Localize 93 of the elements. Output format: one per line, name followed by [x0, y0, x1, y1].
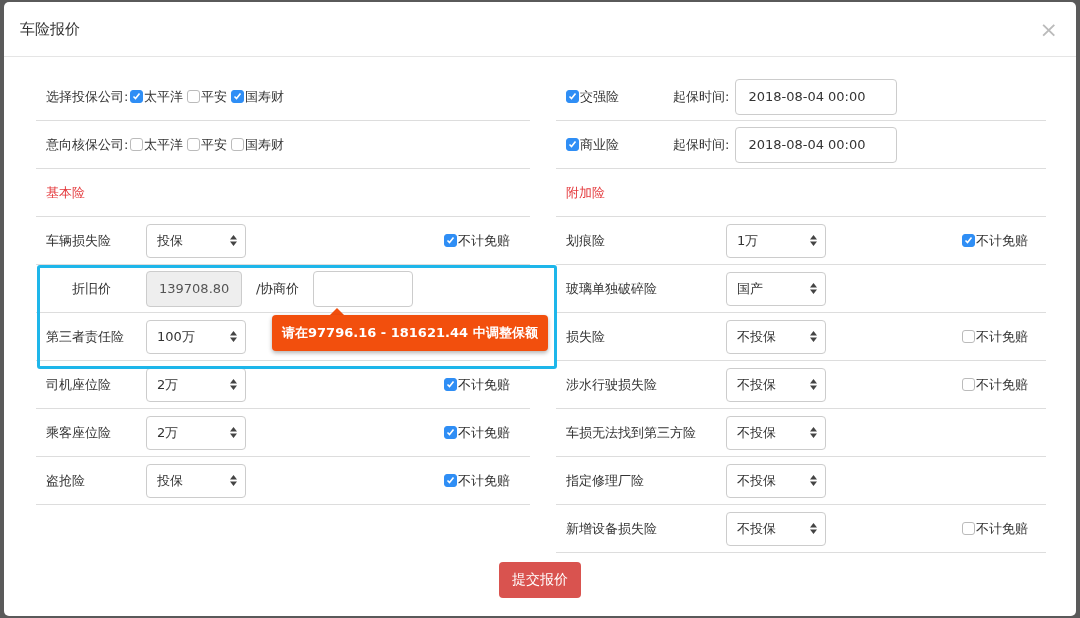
- up-down-caret-icon: [230, 379, 237, 390]
- checkmark-icon: [446, 380, 455, 389]
- checkbox[interactable]: [444, 378, 457, 391]
- checkbox[interactable]: [231, 90, 245, 103]
- checkbox[interactable]: [130, 90, 144, 103]
- up-down-caret-icon: [230, 427, 237, 438]
- checkmark-icon: [568, 92, 577, 101]
- field-label: /协商价: [256, 279, 300, 298]
- section-title: 基本险: [46, 183, 85, 202]
- checkbox[interactable]: [444, 426, 457, 439]
- negotiated-price-field[interactable]: [313, 270, 414, 307]
- select-field[interactable]: 不投保: [726, 367, 826, 402]
- checkmark-icon: [233, 92, 243, 101]
- coverage-label: 指定修理厂险: [566, 471, 645, 490]
- coverage-label: 司机座位险: [46, 375, 112, 394]
- date-field[interactable]: 2018-08-04 00:00: [735, 78, 898, 115]
- coverage-label: 第三者责任险: [46, 327, 125, 346]
- select-field[interactable]: 1万: [726, 223, 826, 258]
- checkbox-label: 不计免赔: [458, 231, 510, 250]
- checkbox[interactable]: [962, 378, 975, 391]
- dialog-title: 车险报价: [20, 19, 80, 39]
- select-field[interactable]: 投保: [146, 463, 246, 498]
- field-label: 意向核保公司:: [46, 135, 129, 154]
- submit-quote-button[interactable]: 提交报价: [499, 562, 581, 598]
- tooltip-pointer: [330, 308, 344, 315]
- validation-tooltip: 请在97796.16 - 181621.44 中调整保额: [272, 315, 548, 351]
- coverage-label: 乘客座位险: [46, 423, 112, 442]
- checkbox[interactable]: [962, 522, 975, 535]
- checkbox-label: 太平洋: [144, 87, 184, 106]
- select-field[interactable]: 不投保: [726, 463, 826, 498]
- checkbox[interactable]: [187, 138, 201, 151]
- checkbox-label: 不计免赔: [976, 519, 1028, 538]
- checkbox-label: 不计免赔: [976, 327, 1028, 346]
- checkbox[interactable]: [444, 234, 457, 247]
- checkmark-icon: [446, 476, 455, 485]
- depreciation-field[interactable]: 139708.80: [146, 270, 242, 307]
- up-down-caret-icon: [810, 523, 817, 534]
- up-down-caret-icon: [230, 475, 237, 486]
- checkbox-label: 国寿财: [245, 135, 285, 154]
- coverage-label: 损失险: [566, 327, 606, 346]
- select-field[interactable]: 100万: [146, 319, 246, 354]
- coverage-label: 车辆损失险: [46, 231, 112, 250]
- checkbox-label: 不计免赔: [458, 471, 510, 490]
- checkbox-label: 平安: [201, 87, 228, 106]
- checkbox-label: 太平洋: [144, 135, 184, 154]
- checkbox-label: 不计免赔: [458, 375, 510, 394]
- up-down-caret-icon: [810, 331, 817, 342]
- select-field[interactable]: 不投保: [726, 415, 826, 450]
- checkbox-label: 平安: [201, 135, 228, 154]
- up-down-caret-icon: [810, 475, 817, 486]
- checkmark-icon: [446, 236, 455, 245]
- checkbox-label: 不计免赔: [458, 423, 510, 442]
- checkbox[interactable]: [962, 330, 975, 343]
- up-down-caret-icon: [810, 283, 817, 294]
- coverage-label: 新增设备损失险: [566, 519, 658, 538]
- coverage-label: 车损无法找到第三方险: [566, 423, 697, 442]
- date-field[interactable]: 2018-08-04 00:00: [735, 126, 898, 163]
- checkbox[interactable]: [566, 138, 579, 151]
- up-down-caret-icon: [230, 331, 237, 342]
- select-field[interactable]: 不投保: [726, 511, 826, 546]
- coverage-label: 盗抢险: [46, 471, 86, 490]
- up-down-caret-icon: [810, 235, 817, 246]
- checkmark-icon: [132, 92, 142, 101]
- checkbox-label: 不计免赔: [976, 231, 1028, 250]
- checkbox[interactable]: [962, 234, 975, 247]
- select-field[interactable]: 投保: [146, 223, 246, 258]
- field-label: 选择投保公司:: [46, 87, 129, 106]
- field-label: 起保时间:: [673, 135, 730, 154]
- select-field[interactable]: 2万: [146, 415, 246, 450]
- select-field[interactable]: 国产: [726, 271, 826, 306]
- checkbox-label: 交强险: [580, 87, 619, 106]
- field-label: 起保时间:: [673, 87, 730, 106]
- coverage-label: 玻璃单独破碎险: [566, 279, 658, 298]
- section-title: 附加险: [566, 183, 605, 202]
- checkbox[interactable]: [187, 90, 201, 103]
- checkmark-icon: [964, 236, 973, 245]
- select-field[interactable]: 不投保: [726, 319, 826, 354]
- checkmark-icon: [568, 140, 577, 149]
- coverage-label: 划痕险: [566, 231, 606, 250]
- checkbox[interactable]: [130, 138, 144, 151]
- coverage-label: 涉水行驶损失险: [566, 375, 658, 394]
- up-down-caret-icon: [810, 427, 817, 438]
- checkbox[interactable]: [566, 90, 579, 103]
- up-down-caret-icon: [810, 379, 817, 390]
- checkbox[interactable]: [231, 138, 245, 151]
- checkbox-label: 不计免赔: [976, 375, 1028, 394]
- checkmark-icon: [446, 428, 455, 437]
- checkbox[interactable]: [444, 474, 457, 487]
- select-field[interactable]: 2万: [146, 367, 246, 402]
- checkbox-label: 国寿财: [245, 87, 285, 106]
- up-down-caret-icon: [230, 235, 237, 246]
- checkbox-label: 商业险: [580, 135, 619, 154]
- field-label: 折旧价: [71, 279, 112, 298]
